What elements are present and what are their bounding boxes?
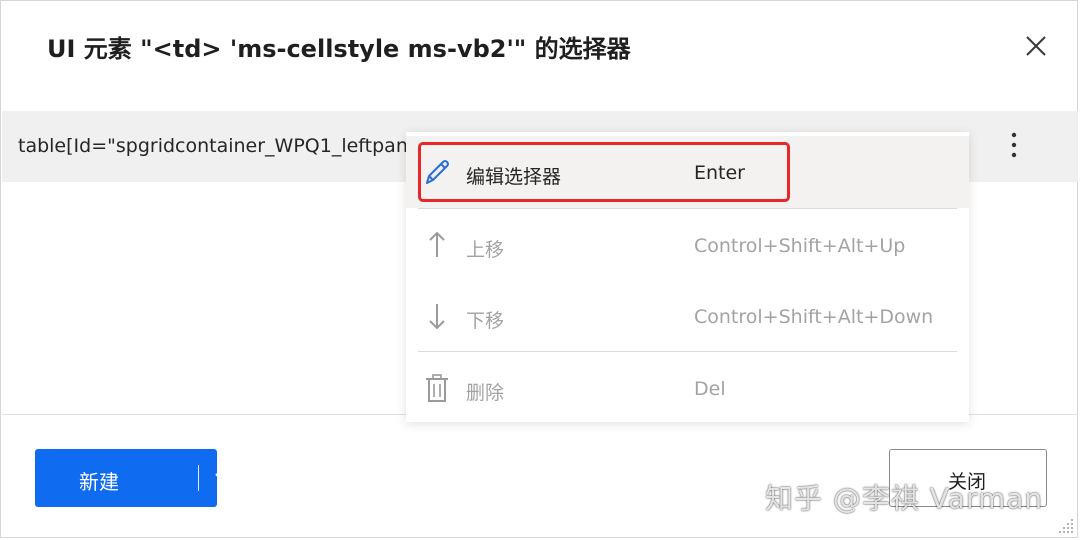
pencil-icon bbox=[422, 156, 452, 188]
menu-item-shortcut: Control+Shift+Alt+Down bbox=[694, 306, 934, 328]
selector-text: table[Id="spgridcontainer_WPQ1_leftpane"… bbox=[18, 135, 408, 157]
new-button[interactable]: 新建 bbox=[35, 449, 235, 507]
menu-item-shortcut: Enter bbox=[694, 162, 745, 184]
watermark: 知乎 @李祺 Varman bbox=[765, 482, 1044, 515]
menu-item-move-up[interactable]: 上移 Control+Shift+Alt+Up bbox=[406, 209, 969, 281]
resize-grip-icon[interactable] bbox=[1057, 517, 1075, 535]
arrow-up-icon bbox=[422, 229, 452, 261]
menu-item-delete[interactable]: 删除 Del bbox=[406, 352, 969, 424]
menu-item-shortcut: Control+Shift+Alt+Up bbox=[694, 235, 906, 257]
menu-item-label: 编辑选择器 bbox=[466, 166, 562, 188]
menu-item-edit-selector[interactable]: 编辑选择器 Enter bbox=[406, 136, 969, 208]
menu-item-move-down[interactable]: 下移 Control+Shift+Alt+Down bbox=[406, 280, 969, 352]
more-options-icon[interactable] bbox=[1002, 129, 1026, 165]
menu-item-label: 下移 bbox=[466, 310, 505, 332]
trash-icon bbox=[422, 372, 452, 404]
menu-item-label: 上移 bbox=[466, 239, 505, 261]
close-icon[interactable] bbox=[1019, 31, 1053, 61]
new-button-label: 新建 bbox=[79, 470, 119, 494]
chevron-down-icon[interactable] bbox=[213, 467, 237, 489]
context-menu: 编辑选择器 Enter 上移 Control+Shift+Alt+Up 下移 C… bbox=[406, 132, 969, 422]
dialog-title: UI 元素 "<td> 'ms-cellstyle ms-vb2'" 的选择器 bbox=[47, 35, 631, 63]
arrow-down-icon bbox=[422, 300, 452, 332]
menu-item-label: 删除 bbox=[466, 382, 505, 404]
menu-item-shortcut: Del bbox=[694, 378, 726, 400]
split-separator bbox=[198, 465, 199, 491]
